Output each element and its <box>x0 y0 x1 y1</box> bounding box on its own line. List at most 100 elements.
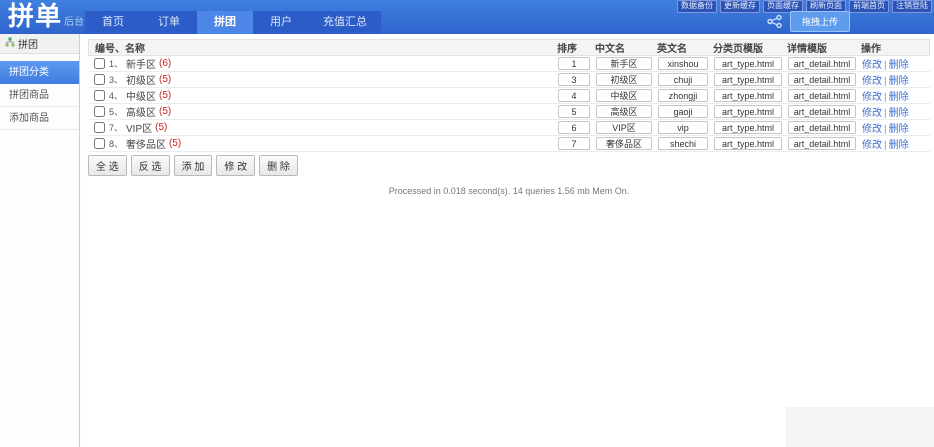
edit-link[interactable]: 修改 <box>862 60 882 71</box>
cn-name-input[interactable] <box>596 105 652 118</box>
action-separator: | <box>884 92 887 103</box>
delete-link[interactable]: 删除 <box>889 140 909 151</box>
delete-link[interactable]: 删除 <box>889 60 909 71</box>
detail-template-input[interactable] <box>788 89 856 102</box>
delete-link[interactable]: 删除 <box>889 76 909 87</box>
process-stats: Processed in 0.018 second(s). 14 queries… <box>388 186 630 196</box>
row-title: 初级区 <box>126 76 157 87</box>
row-number: 1、 <box>109 59 124 69</box>
detail-template-input[interactable] <box>788 105 856 118</box>
detail-template-input[interactable] <box>788 57 856 70</box>
row-name-cell: 8、 奢侈品区 (5) <box>94 136 552 151</box>
nav-tab[interactable]: 首页 <box>85 11 141 34</box>
main-nav: 首页 订单 拼团 用户 充值汇总 <box>85 11 381 34</box>
list-template-input[interactable] <box>714 137 782 150</box>
quick-link-button[interactable]: 注销登陆 <box>892 0 932 13</box>
batch-button[interactable]: 修 改 <box>216 155 256 176</box>
row-checkbox[interactable] <box>94 74 105 85</box>
cn-name-input[interactable] <box>596 73 652 86</box>
en-name-input[interactable] <box>658 73 708 86</box>
quick-link-button[interactable]: 更新缓存 <box>720 0 760 13</box>
edit-link[interactable]: 修改 <box>862 108 882 119</box>
table-row: 8、 奢侈品区 (5) 修改|删除 <box>88 136 930 152</box>
edit-link[interactable]: 修改 <box>862 76 882 87</box>
row-checkbox[interactable] <box>94 106 105 117</box>
en-name-input[interactable] <box>658 137 708 150</box>
sidebar-menu: 拼团分类 拼团商品 添加商品 <box>0 61 79 130</box>
row-name-cell: 3、 初级区 (5) <box>94 72 552 87</box>
col-header-name: 编号、名称 <box>95 44 145 55</box>
detail-template-input[interactable] <box>788 121 856 134</box>
batch-button[interactable]: 全 选 <box>88 155 127 176</box>
table-row: 3、 初级区 (5) 修改|删除 <box>88 72 930 88</box>
action-separator: | <box>884 76 887 87</box>
list-template-input[interactable] <box>714 57 782 70</box>
nav-tab[interactable]: 用户 <box>253 11 309 34</box>
cn-name-input[interactable] <box>596 121 652 134</box>
cn-name-input[interactable] <box>596 89 652 102</box>
nav-tab[interactable]: 充值汇总 <box>309 11 381 34</box>
list-template-input[interactable] <box>714 121 782 134</box>
quick-link-button[interactable]: 数据备份 <box>677 0 717 13</box>
sort-input[interactable] <box>558 89 590 102</box>
row-checkbox[interactable] <box>94 90 105 101</box>
delete-link[interactable]: 删除 <box>889 124 909 135</box>
sort-input[interactable] <box>558 137 590 150</box>
row-title: 新手区 <box>126 60 157 71</box>
en-name-input[interactable] <box>658 121 708 134</box>
batch-button[interactable]: 反 选 <box>130 155 170 176</box>
cn-name-input[interactable] <box>596 57 652 70</box>
row-number: 4、 <box>109 91 124 101</box>
table-header: 编号、名称 排序 中文名 英文名 分类页模版 详情模版 操作 <box>88 39 930 56</box>
sidebar-header: 拼团 <box>0 34 79 54</box>
sort-input[interactable] <box>558 57 590 70</box>
row-actions: 修改 | 删除 <box>862 88 926 103</box>
sidebar-item[interactable]: 添加商品 <box>0 107 79 130</box>
row-number: 8、 <box>109 139 124 149</box>
row-checkbox[interactable] <box>94 138 105 149</box>
col-header-ops: 操作 <box>861 44 881 55</box>
delete-link[interactable]: 删除 <box>889 92 909 103</box>
detail-template-input[interactable] <box>788 73 856 86</box>
quick-link-button[interactable]: 前端首页 <box>849 0 889 13</box>
en-name-input[interactable] <box>658 89 708 102</box>
upload-area: 拖拽上传 <box>767 11 850 32</box>
action-separator: | <box>884 60 887 71</box>
cn-name-input[interactable] <box>596 137 652 150</box>
sort-input[interactable] <box>558 73 590 86</box>
list-template-input[interactable] <box>714 89 782 102</box>
nav-tab[interactable]: 订单 <box>141 11 197 34</box>
sort-input[interactable] <box>558 105 590 118</box>
en-name-input[interactable] <box>658 57 708 70</box>
app-subtitle: 后台 <box>64 17 85 28</box>
row-number: 7、 <box>109 123 124 133</box>
row-count: (5) <box>159 90 172 101</box>
delete-link[interactable]: 删除 <box>889 108 909 119</box>
edit-link[interactable]: 修改 <box>862 140 882 151</box>
topbar: 拼单 后台 首页 订单 拼团 用户 充值汇总 数据备份 更新缓存 页面缓存 刷新… <box>0 0 934 34</box>
batch-button[interactable]: 添 加 <box>173 155 213 176</box>
edit-link[interactable]: 修改 <box>862 92 882 103</box>
list-template-input[interactable] <box>714 105 782 118</box>
row-checkbox[interactable] <box>94 122 105 133</box>
detail-template-input[interactable] <box>788 137 856 150</box>
en-name-input[interactable] <box>658 105 708 118</box>
category-icon <box>5 37 15 50</box>
row-checkbox[interactable] <box>94 58 105 69</box>
app-logo: 拼单 后台 <box>8 1 84 31</box>
sort-input[interactable] <box>558 121 590 134</box>
table-row: 4、 中级区 (5) 修改|删除 <box>88 88 930 104</box>
row-number: 3、 <box>109 75 124 85</box>
list-template-input[interactable] <box>714 73 782 86</box>
row-title: 高级区 <box>126 108 157 119</box>
sidebar-item[interactable]: 拼团商品 <box>0 84 79 107</box>
row-name-cell: 1、 新手区 (6) <box>94 56 552 71</box>
app-title: 拼单 <box>8 1 63 31</box>
edit-link[interactable]: 修改 <box>862 124 882 135</box>
action-separator: | <box>884 140 887 151</box>
drag-upload-button[interactable]: 拖拽上传 <box>789 11 850 32</box>
sidebar-item[interactable]: 拼团分类 <box>0 61 79 84</box>
content: 编号、名称 排序 中文名 英文名 分类页模版 详情模版 操作 1、 新手区 (6… <box>88 39 930 196</box>
batch-button[interactable]: 删 除 <box>259 155 298 176</box>
nav-tab[interactable]: 拼团 <box>197 11 253 34</box>
